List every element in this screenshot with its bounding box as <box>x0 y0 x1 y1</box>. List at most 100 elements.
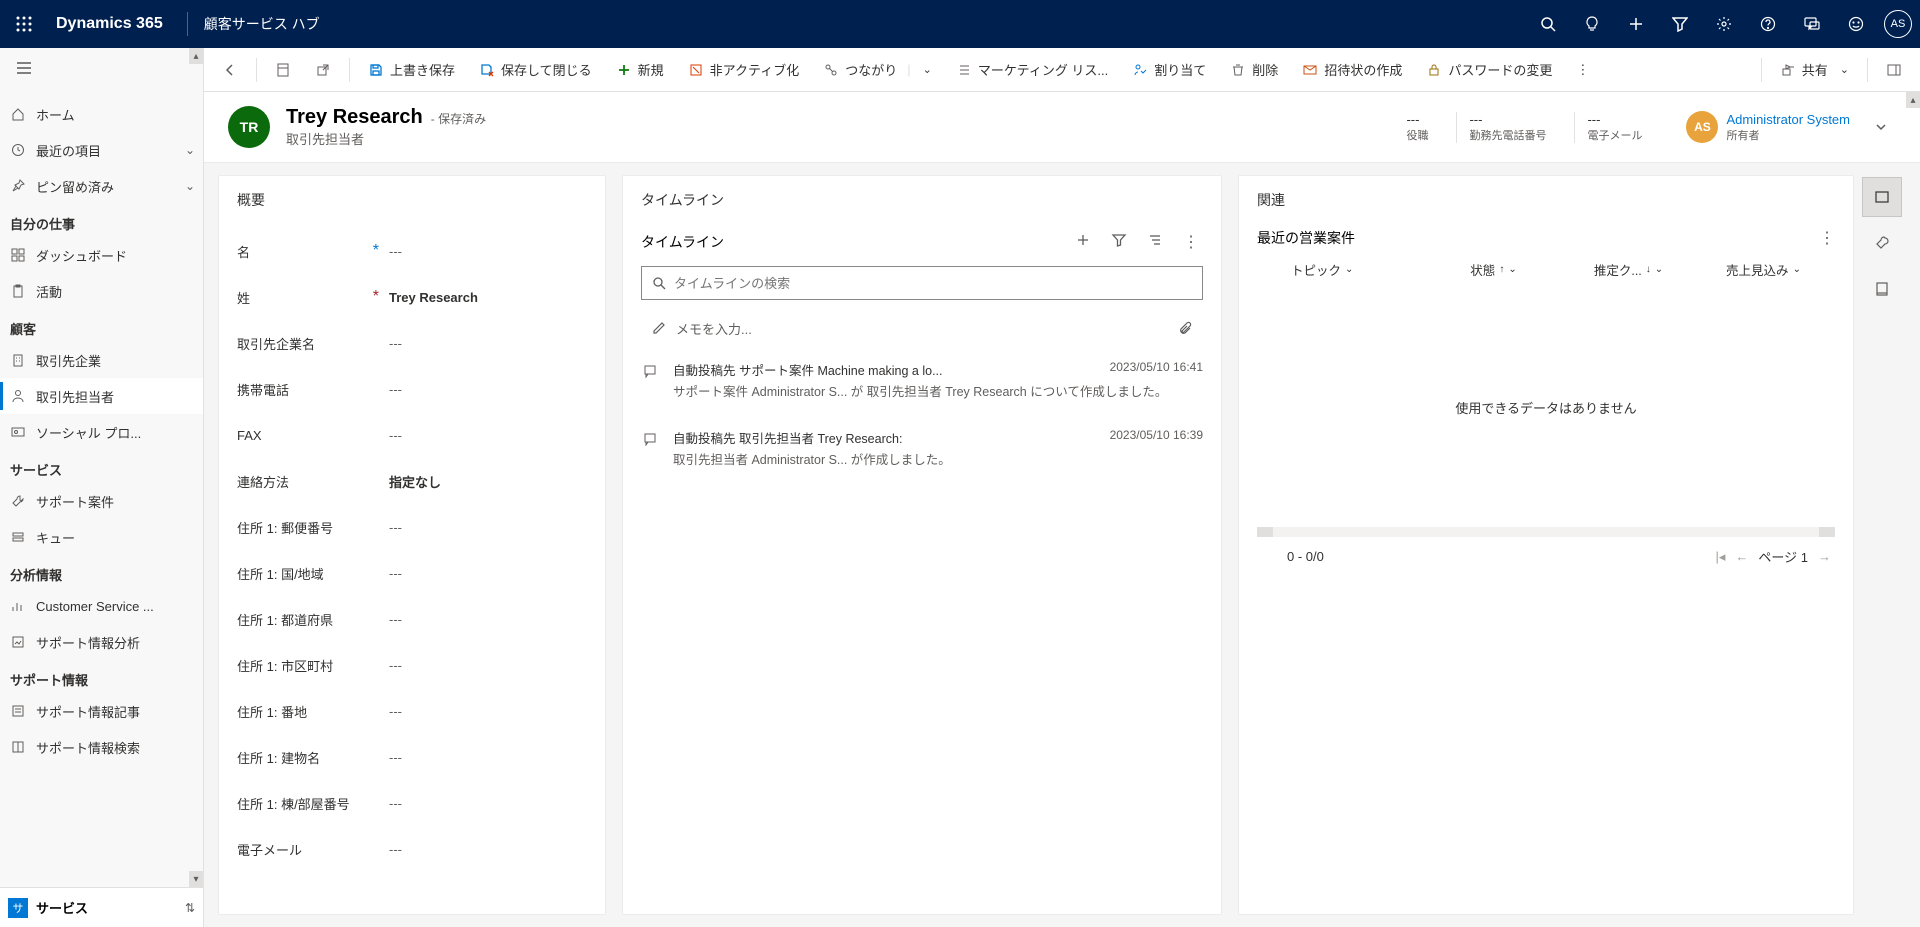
area-badge: サ <box>8 898 28 918</box>
nav-recent[interactable]: 最近の項目⌄ <box>0 132 203 168</box>
timeline-item[interactable]: 自動投稿先 サポート案件 Machine making a lo...2023/… <box>641 346 1203 414</box>
deactivate-button[interactable]: 非アクティブ化 <box>678 54 810 86</box>
section-service: サービス <box>0 450 203 483</box>
dashboard-icon <box>10 247 26 263</box>
timeline-search[interactable] <box>641 266 1203 300</box>
settings-icon[interactable] <box>1704 4 1744 44</box>
field-city[interactable]: 住所 1: 市区町村--- <box>237 642 587 688</box>
timeline-filter[interactable] <box>1107 228 1131 256</box>
page-next[interactable]: → <box>1818 549 1831 564</box>
filter-icon[interactable] <box>1660 4 1700 44</box>
related-more[interactable]: ⋮ <box>1819 228 1835 248</box>
chat-icon[interactable] <box>1792 4 1832 44</box>
page-prev[interactable]: ← <box>1735 549 1748 564</box>
summary-panel: 概要 名*--- 姓*Trey Research 取引先企業名--- 携帯電話-… <box>218 175 606 915</box>
hamburger-menu[interactable] <box>0 48 203 88</box>
field-state[interactable]: 住所 1: 都道府県--- <box>237 596 587 642</box>
delete-button[interactable]: 削除 <box>1220 54 1288 86</box>
rail-related[interactable] <box>1862 177 1902 217</box>
timeline-add[interactable] <box>1071 228 1095 256</box>
sidebar-area-switcher[interactable]: サ サービス ⇅ <box>0 887 203 927</box>
timeline-more[interactable]: ⋮ <box>1179 228 1203 256</box>
nav-home[interactable]: ホーム <box>0 96 203 132</box>
nav-social[interactable]: ソーシャル プロ... <box>0 414 203 450</box>
field-street2[interactable]: 住所 1: 建物名--- <box>237 734 587 780</box>
col-status[interactable]: 状態↑⌄ <box>1426 260 1561 279</box>
header-field-email[interactable]: ---電子メール <box>1574 112 1654 143</box>
marketing-button[interactable]: マーケティング リス... <box>946 54 1118 86</box>
header-field-owner[interactable]: AS Administrator System 所有者 <box>1670 111 1850 143</box>
field-country[interactable]: 住所 1: 国/地域--- <box>237 550 587 596</box>
save-close-button[interactable]: 保存して閉じる <box>469 54 602 86</box>
rail-assistant[interactable] <box>1862 223 1902 263</box>
field-lastname[interactable]: 姓*Trey Research <box>237 274 587 320</box>
open-record-set-button[interactable] <box>265 54 301 86</box>
field-zip[interactable]: 住所 1: 郵便番号--- <box>237 504 587 550</box>
field-street3[interactable]: 住所 1: 棟/部屋番号--- <box>237 780 587 826</box>
nav-activities[interactable]: 活動 <box>0 273 203 309</box>
sidebar-scroll-down[interactable]: ▾ <box>189 871 203 887</box>
header-expand[interactable] <box>1866 120 1896 134</box>
related-outer-title: 関連 <box>1257 190 1835 210</box>
brand[interactable]: Dynamics 365 <box>48 15 171 33</box>
timeline-search-input[interactable] <box>674 276 1192 291</box>
related-grid-header: トピック⌄ 状態↑⌄ 推定ク...↓⌄ 売上見込み⌄ <box>1257 252 1835 287</box>
help-icon[interactable] <box>1748 4 1788 44</box>
field-fax[interactable]: FAX--- <box>237 412 587 458</box>
search-icon[interactable] <box>1528 4 1568 44</box>
nav-accounts[interactable]: 取引先企業 <box>0 342 203 378</box>
lightbulb-icon[interactable] <box>1572 4 1612 44</box>
related-title: 最近の営業案件 <box>1257 228 1355 248</box>
add-icon[interactable] <box>1616 4 1656 44</box>
col-estclose[interactable]: 推定ク...↓⌄ <box>1561 260 1696 279</box>
nav-cases[interactable]: サポート案件 <box>0 483 203 519</box>
password-button[interactable]: パスワードの変更 <box>1416 54 1562 86</box>
field-mobile[interactable]: 携帯電話--- <box>237 366 587 412</box>
sidepane-toggle[interactable] <box>1876 54 1912 86</box>
chevron-down-icon: ⌄ <box>1840 63 1849 76</box>
nav-kb-articles[interactable]: サポート情報記事 <box>0 693 203 729</box>
related-empty-message: 使用できるデータはありません <box>1257 287 1835 527</box>
timeline-note-input[interactable]: メモを入力... <box>641 310 1203 346</box>
section-insights: 分析情報 <box>0 555 203 588</box>
card-icon <box>10 424 26 440</box>
field-preferred-contact[interactable]: 連絡方法指定なし <box>237 458 587 504</box>
field-email[interactable]: 電子メール--- <box>237 826 587 872</box>
assign-button[interactable]: 割り当て <box>1122 54 1216 86</box>
header-field-phone[interactable]: ---勤務先電話番号 <box>1456 112 1558 143</box>
nav-case-insights[interactable]: サポート情報分析 <box>0 624 203 660</box>
nav-queues[interactable]: キュー <box>0 519 203 555</box>
col-topic[interactable]: トピック⌄ <box>1261 260 1426 279</box>
nav-pinned[interactable]: ピン留め済み⌄ <box>0 168 203 204</box>
nav-kb-search[interactable]: サポート情報検索 <box>0 729 203 765</box>
related-hscroll[interactable] <box>1257 527 1835 537</box>
share-button[interactable]: 共有⌄ <box>1770 54 1859 86</box>
header-field-jobtitle[interactable]: ---役職 <box>1394 112 1440 143</box>
col-estrev[interactable]: 売上見込み⌄ <box>1696 260 1831 279</box>
timeline-item[interactable]: 自動投稿先 取引先担当者 Trey Research:2023/05/10 16… <box>641 414 1203 482</box>
timeline-sort[interactable] <box>1143 228 1167 256</box>
new-button[interactable]: 新規 <box>606 54 674 86</box>
page-first[interactable]: |◂ <box>1716 549 1726 565</box>
nav-cs-insights[interactable]: Customer Service ... <box>0 588 203 624</box>
more-commands[interactable]: ⋮ <box>1566 54 1600 86</box>
app-launcher[interactable] <box>8 8 40 40</box>
save-close-icon <box>479 62 495 78</box>
nav-contacts[interactable]: 取引先担当者 <box>0 378 203 414</box>
rail-knowledge[interactable] <box>1862 269 1902 309</box>
smile-icon[interactable] <box>1836 4 1876 44</box>
attach-icon[interactable] <box>1178 321 1192 335</box>
field-street1[interactable]: 住所 1: 番地--- <box>237 688 587 734</box>
popout-button[interactable] <box>305 54 341 86</box>
connect-button[interactable]: つながり|⌄ <box>813 54 942 86</box>
field-company[interactable]: 取引先企業名--- <box>237 320 587 366</box>
invite-button[interactable]: 招待状の作成 <box>1292 54 1412 86</box>
nav-dashboards[interactable]: ダッシュボード <box>0 237 203 273</box>
back-button[interactable] <box>212 54 248 86</box>
field-firstname[interactable]: 名*--- <box>237 228 587 274</box>
wrench-icon <box>10 493 26 509</box>
user-avatar[interactable]: AS <box>1884 10 1912 38</box>
sidebar-scroll-up[interactable]: ▴ <box>189 48 203 64</box>
main-scroll-up[interactable]: ▴ <box>1906 92 1920 108</box>
save-button[interactable]: 上書き保存 <box>358 54 465 86</box>
